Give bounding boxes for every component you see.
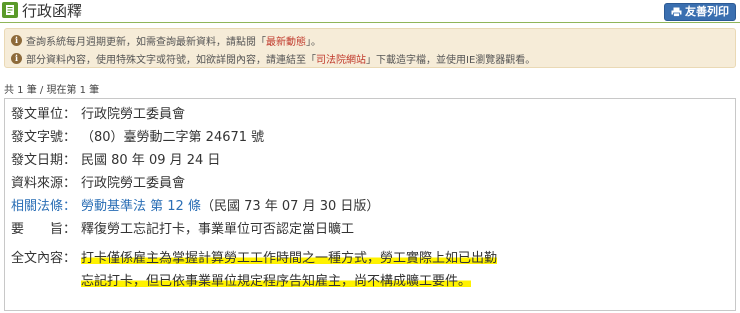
issuer-label: 發文單位：: [11, 107, 77, 122]
doc-date-row: 發文日期： 民國 80 年 09 月 24 日: [11, 149, 220, 168]
info-icon: i: [11, 34, 22, 46]
related-law-row: 相關法條： 勞動基準法 第 12 條 （民國 73 年 07 月 30 日版）: [11, 195, 379, 214]
full-text-label: 全文內容：: [11, 251, 77, 266]
printer-icon: [671, 7, 682, 17]
doc-date-value: 民國 80 年 09 月 24 日: [81, 153, 221, 168]
notice-line-font: i 部分資料內容，使用特殊文字或符號，如欲詳閱內容，請連結至「 司法院網站 」下…: [11, 50, 535, 66]
gist-value: 釋復勞工忘記打卡，事業單位可否認定當日曠工: [81, 222, 355, 237]
page-header: 行政函釋 友善列印: [0, 0, 740, 22]
gist-row: 要 旨： 釋復勞工忘記打卡，事業單位可否認定當日曠工: [11, 218, 354, 237]
related-law-link[interactable]: 勞動基準法 第 12 條: [81, 195, 201, 214]
notice-box: i 查詢系統每月週期更新，如需查詢最新資料，請點閱「 最新動態 」。 i 部分資…: [4, 28, 736, 68]
doc-date-label: 發文日期：: [11, 153, 77, 168]
doc-number-label: 發文字號：: [11, 130, 77, 145]
doc-number-value: （80）臺勞動二字第 24671 號: [81, 130, 265, 145]
source-value: 行政院勞工委員會: [81, 176, 186, 191]
source-label: 資料來源：: [11, 176, 77, 191]
print-button[interactable]: 友善列印: [664, 3, 736, 21]
judicial-website-link[interactable]: 司法院網站: [316, 51, 366, 66]
related-law-label: 相關法條：: [11, 199, 77, 214]
source-row: 資料來源： 行政院勞工委員會: [11, 172, 185, 191]
title-divider: [0, 22, 740, 23]
full-text-line-1: 打卡僅係雇主為掌握計算勞工工作時間之一種方式，勞工實際上如已出勤: [81, 247, 498, 266]
full-text-line-2: 忘記打卡，但已依事業單位規定程序告知雇主，尚不構成曠工要件。: [81, 270, 472, 289]
print-button-label: 友善列印: [685, 5, 729, 18]
full-text-row: 全文內容： 打卡僅係雇主為掌握計算勞工工作時間之一種方式，勞工實際上如已出勤: [11, 247, 498, 266]
info-icon: i: [11, 52, 22, 64]
full-text-row-2: 忘記打卡，但已依事業單位規定程序告知雇主，尚不構成曠工要件。: [81, 270, 472, 289]
result-count: 共 1 筆 / 現在第 1 筆: [4, 85, 100, 96]
doc-number-row: 發文字號： （80）臺勞動二字第 24671 號: [11, 126, 264, 145]
page-title: 行政函釋: [22, 2, 83, 20]
related-law-version: （民國 73 年 07 月 30 日版）: [200, 199, 380, 214]
issuer-row: 發文單位： 行政院勞工委員會: [11, 103, 185, 122]
notice-line-update: i 查詢系統每月週期更新，如需查詢最新資料，請點閱「 最新動態 」。: [11, 32, 321, 48]
record-detail: 發文單位： 行政院勞工委員會 發文字號： （80）臺勞動二字第 24671 號 …: [4, 98, 736, 311]
document-icon: [2, 2, 18, 18]
gist-label: 要 旨：: [11, 222, 77, 237]
latest-news-link[interactable]: 最新動態: [266, 33, 306, 48]
issuer-value: 行政院勞工委員會: [81, 107, 186, 122]
